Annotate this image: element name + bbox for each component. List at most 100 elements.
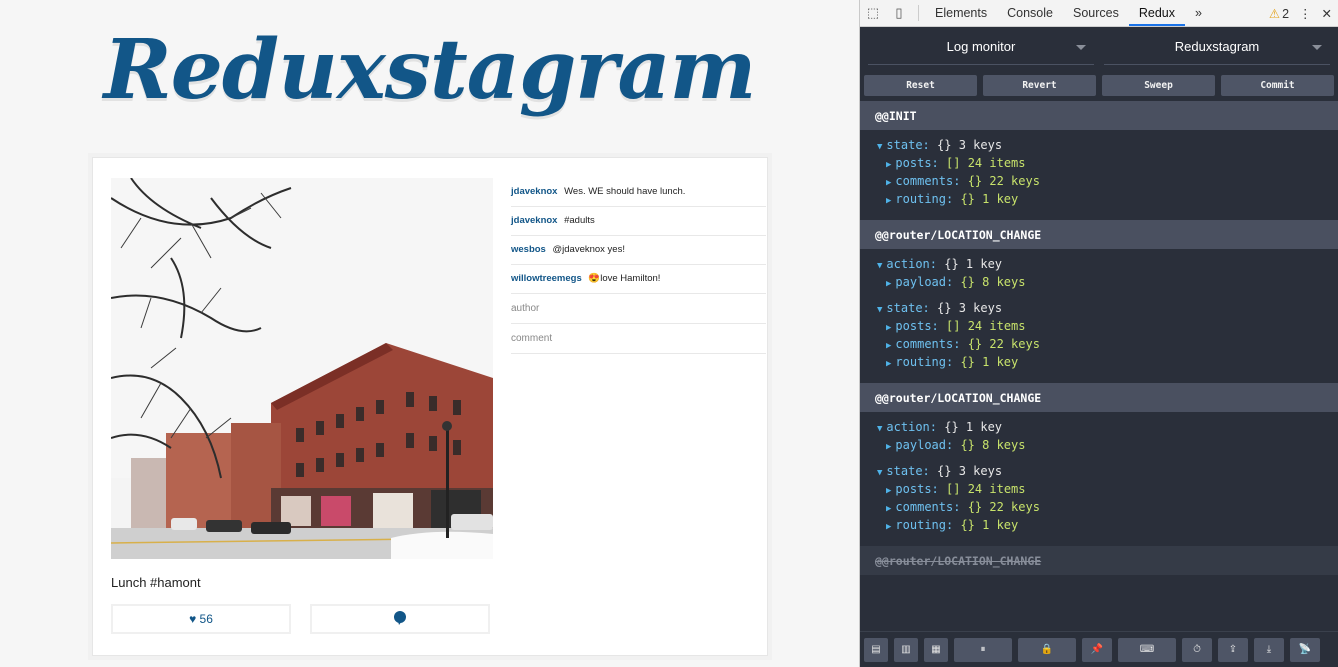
like-button[interactable]: ♥ 56 [111, 604, 291, 634]
expanded-arrow-icon: ▼ [877, 305, 883, 315]
app-logo[interactable]: Reduxstagram [0, 22, 859, 118]
tree-node[interactable]: ▼ action: {} 1 key [860, 418, 1338, 436]
node-key: state: [886, 138, 930, 152]
import-icon[interactable]: ⤓ [1254, 637, 1284, 662]
tree-node[interactable]: ▶ routing: {} 1 key [860, 516, 1338, 534]
timer-icon[interactable]: ⏱ [1182, 637, 1212, 662]
more-tabs-button[interactable]: » [1185, 0, 1212, 26]
likes-count: ♥ 56 [189, 612, 213, 626]
monitor-select[interactable]: Log monitor [868, 30, 1094, 65]
chevron-down-icon [1312, 44, 1322, 50]
dock-bottom-icon[interactable]: ▦ [924, 637, 948, 662]
tabbar-right: ⚠ 2 ⋮ ✕ [1269, 0, 1332, 26]
tree-node[interactable]: ▶ payload: {} 8 keys [860, 273, 1338, 291]
comment-user[interactable]: willowtreemegs [511, 273, 582, 284]
node-type: {} 8 keys [960, 438, 1026, 452]
node-type: {} 1 key [944, 420, 1003, 434]
comment-user[interactable]: wesbos [511, 244, 546, 255]
action-payload-tree: ▼ action: {} 1 key ▶ payload: {} 8 keys [860, 418, 1338, 454]
revert-button[interactable]: Revert [983, 75, 1096, 96]
expanded-arrow-icon: ▼ [877, 424, 883, 434]
expanded-arrow-icon: ▼ [877, 261, 883, 271]
action-header-location-change[interactable]: @@router/LOCATION_CHANGE [860, 220, 1338, 249]
node-type: {} 1 key [960, 355, 1019, 369]
reset-button[interactable]: Reset [864, 75, 977, 96]
tree-node[interactable]: ▶ payload: {} 8 keys [860, 436, 1338, 454]
comment-text: Wes. WE should have lunch. [564, 186, 686, 197]
export-icon[interactable]: ⇪ [1218, 637, 1248, 662]
collapsed-arrow-icon: ▶ [886, 160, 892, 170]
store-select[interactable]: Reduxstagram [1104, 30, 1330, 65]
tree-node[interactable]: ▼ state: {} 3 keys [860, 462, 1338, 480]
inspect-element-icon[interactable]: ⬚ [860, 5, 886, 21]
node-key: action: [886, 257, 937, 271]
node-key: comments: [895, 500, 961, 514]
lock-icon[interactable]: 🔒 [1018, 637, 1076, 662]
close-icon[interactable]: ✕ [1322, 6, 1332, 21]
action-log: @@INIT ▼ state: {} 3 keys ▶ posts: [] 24 i… [860, 101, 1338, 575]
comment-item: wesbos @jdaveknox yes! [511, 236, 766, 265]
tree-node[interactable]: ▶ routing: {} 1 key [860, 190, 1338, 208]
dock-left-icon[interactable]: ▤ [864, 637, 888, 662]
node-type: {} 22 keys [967, 500, 1040, 514]
tree-node[interactable]: ▶ comments: {} 22 keys [860, 172, 1338, 190]
monitor-select-value: Log monitor [946, 39, 1016, 54]
warnings-count: 2 [1282, 6, 1290, 21]
warnings-indicator[interactable]: ⚠ 2 [1269, 6, 1289, 21]
tab-console[interactable]: Console [997, 0, 1063, 26]
tree-node[interactable]: ▶ posts: [] 24 items [860, 317, 1338, 335]
collapsed-arrow-icon: ▶ [886, 359, 892, 369]
collapsed-arrow-icon: ▶ [886, 178, 892, 188]
commit-button[interactable]: Commit [1221, 75, 1334, 96]
sweep-button[interactable]: Sweep [1102, 75, 1215, 96]
remote-icon[interactable]: 📡 [1290, 637, 1320, 662]
comment-user[interactable]: jdaveknox [511, 215, 557, 226]
tree-node[interactable]: ▶ posts: [] 24 items [860, 154, 1338, 172]
tree-node[interactable]: ▼ state: {} 3 keys [860, 136, 1338, 154]
more-options-icon[interactable]: ⋮ [1299, 6, 1312, 21]
device-toolbar-icon[interactable]: ▯ [886, 5, 912, 21]
node-type: {} 3 keys [937, 301, 1003, 315]
node-key: posts: [895, 156, 939, 170]
photo-illustration [111, 178, 493, 559]
app-view: Reduxstagram Lunch #hamont ♥ 56 jdavekno… [0, 0, 859, 667]
state-tree: ▼ state: {} 3 keys ▶ posts: [] 24 items ▶ c… [860, 136, 1338, 208]
expanded-arrow-icon: ▼ [877, 468, 883, 478]
node-type: [] 24 items [946, 156, 1026, 170]
monitor-bar: Log monitor Reduxstagram [860, 27, 1338, 67]
pin-icon[interactable]: 📌 [1082, 637, 1112, 662]
tree-node[interactable]: ▼ state: {} 3 keys [860, 299, 1338, 317]
devtools-panel: ⬚ ▯ Elements Console Sources Redux » ⚠ 2 … [859, 0, 1338, 667]
comments-button[interactable] [310, 604, 490, 634]
node-type: {} 8 keys [960, 275, 1026, 289]
tree-node[interactable]: ▶ comments: {} 22 keys [860, 498, 1338, 516]
pause-recording-icon[interactable]: ⏸ [954, 637, 1012, 662]
dock-right-icon[interactable]: ▥ [894, 637, 918, 662]
node-type: {} 1 key [944, 257, 1003, 271]
collapsed-arrow-icon: ▶ [886, 522, 892, 532]
tree-node[interactable]: ▶ routing: {} 1 key [860, 353, 1338, 371]
node-type: [] 24 items [946, 482, 1026, 496]
comment-input[interactable] [511, 324, 766, 354]
node-key: state: [886, 464, 930, 478]
collapsed-arrow-icon: ▶ [886, 442, 892, 452]
tree-node[interactable]: ▼ action: {} 1 key [860, 255, 1338, 273]
comment-user[interactable]: jdaveknox [511, 186, 557, 197]
action-header-skipped[interactable]: @@router/LOCATION_CHANGE [860, 546, 1338, 575]
action-tree: ▼ state: {} 3 keys ▶ posts: [] 24 items ▶ c… [860, 130, 1338, 220]
node-key: comments: [895, 174, 961, 188]
post-photo[interactable] [111, 178, 493, 559]
action-header-location-change[interactable]: @@router/LOCATION_CHANGE [860, 383, 1338, 412]
node-key: state: [886, 301, 930, 315]
tab-redux[interactable]: Redux [1128, 0, 1185, 26]
action-header-init[interactable]: @@INIT [860, 101, 1338, 130]
tab-elements[interactable]: Elements [925, 0, 997, 26]
author-input[interactable] [511, 294, 766, 324]
tree-node[interactable]: ▶ comments: {} 22 keys [860, 335, 1338, 353]
tab-sources[interactable]: Sources [1063, 0, 1129, 26]
collapsed-arrow-icon: ▶ [886, 504, 892, 514]
keyboard-icon[interactable]: ⌨ [1118, 637, 1176, 662]
node-key: payload: [895, 438, 954, 452]
node-type: {} 3 keys [937, 464, 1003, 478]
tree-node[interactable]: ▶ posts: [] 24 items [860, 480, 1338, 498]
